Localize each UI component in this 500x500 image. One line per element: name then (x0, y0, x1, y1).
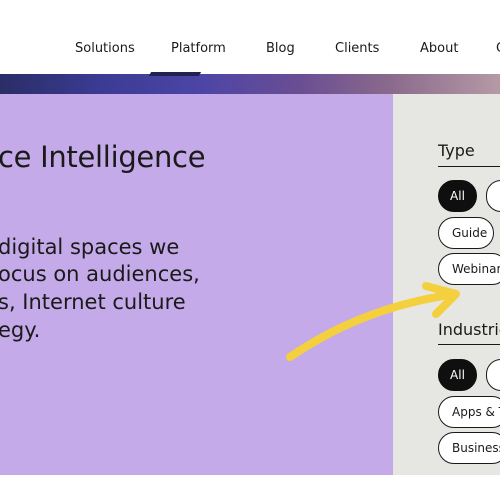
hero-description-line-1: digital spaces we (0, 235, 180, 259)
filter-divider-type (438, 166, 500, 167)
nav-link-solutions[interactable]: Solutions (75, 41, 135, 56)
hero-description-line-2: ocus on audiences, (0, 262, 200, 286)
filter-chip-industry-apps[interactable]: Apps & Te (438, 396, 500, 428)
top-navigation: Solutions Platform Blog Clients About C (0, 0, 500, 74)
filter-chip-type-all[interactable]: All (438, 180, 477, 212)
filter-heading-type: Type (438, 141, 475, 160)
nav-link-blog[interactable]: Blog (266, 41, 295, 56)
hero-image-strip (0, 74, 500, 94)
nav-link-about[interactable]: About (420, 41, 458, 56)
filter-chip-type-webinars[interactable]: Webinars (438, 253, 500, 285)
hero-image-accent (148, 72, 202, 76)
filter-divider-industries (438, 344, 500, 345)
filter-chip-industry-business[interactable]: Business (438, 432, 500, 464)
hero-description-line-3: s, Internet culture (0, 290, 186, 314)
filter-chip-type-guide[interactable]: Guide (438, 217, 494, 249)
hero-description-line-4: egy. (0, 318, 41, 342)
nav-link-clients[interactable]: Clients (335, 41, 379, 56)
nav-link-contact[interactable]: C (496, 41, 500, 56)
filter-heading-industries: Industrie (438, 320, 500, 339)
filter-chip-industry-all[interactable]: All (438, 359, 477, 391)
nav-link-platform[interactable]: Platform (171, 41, 226, 56)
page-title: ce Intelligence (0, 140, 206, 174)
